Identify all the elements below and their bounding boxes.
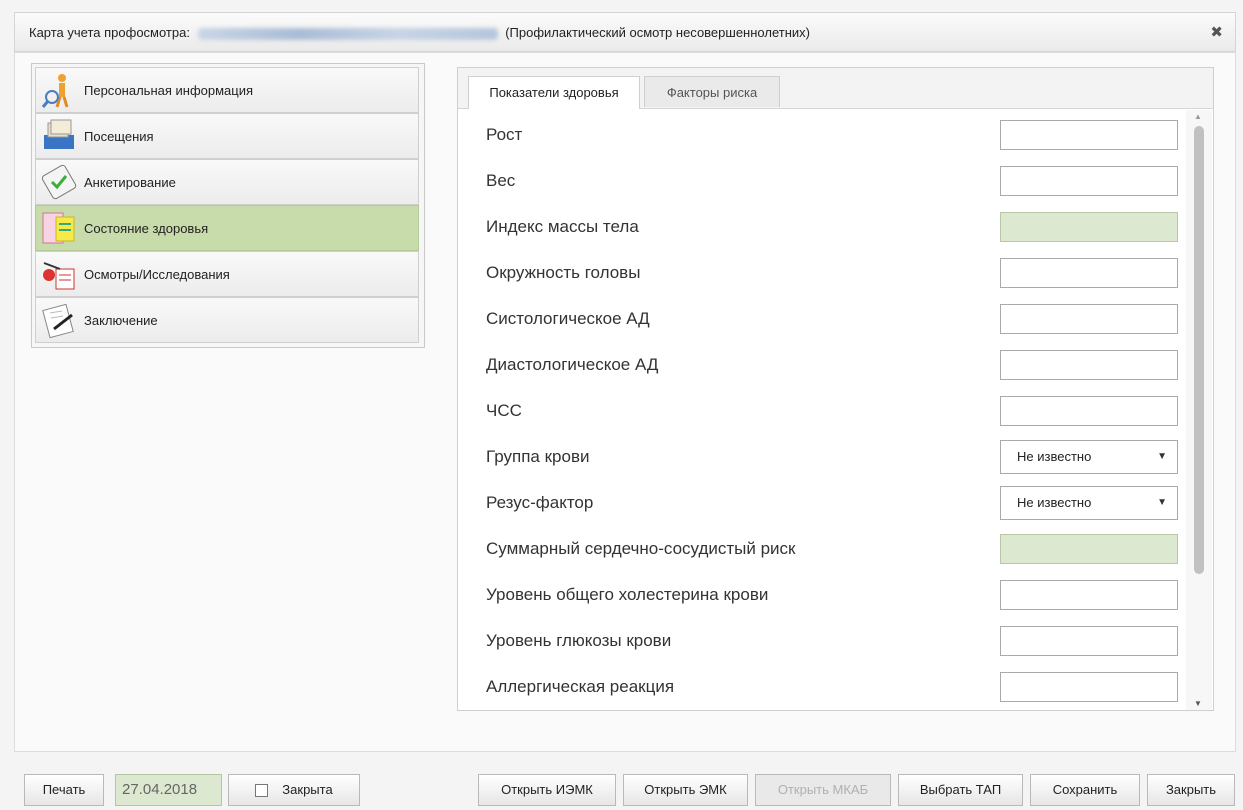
close-icon[interactable]: ✖ bbox=[1210, 13, 1223, 53]
field-label: Рост bbox=[486, 125, 523, 144]
field-row-bmi: Индекс массы тела bbox=[486, 204, 1186, 250]
field-row-heart-rate: ЧСС bbox=[486, 388, 1186, 434]
field-label: Диастологическое АД bbox=[486, 355, 659, 374]
scroll-thumb[interactable] bbox=[1194, 126, 1204, 574]
field-label: Суммарный сердечно-сосудистый риск bbox=[486, 539, 796, 558]
date-field[interactable]: 27.04.2018 bbox=[115, 774, 222, 806]
field-row-height: Рост bbox=[486, 112, 1186, 158]
checkbox-icon[interactable] bbox=[255, 784, 269, 798]
head-circumference-input[interactable] bbox=[1000, 258, 1178, 288]
nav-item-label: Анкетирование bbox=[84, 175, 176, 190]
blood-group-select[interactable]: Не известно ▼ bbox=[1000, 440, 1178, 474]
bmi-field bbox=[1000, 212, 1178, 242]
chevron-down-icon: ▼ bbox=[1157, 497, 1167, 508]
section-nav: Персональная информация Посещения Анкети… bbox=[31, 63, 425, 348]
open-iemk-button[interactable]: Открыть ИЭМК bbox=[478, 774, 616, 806]
nav-item-label: Заключение bbox=[84, 313, 158, 328]
field-row-head-circumference: Окружность головы bbox=[486, 250, 1186, 296]
health-panel: Показатели здоровья Факторы риска Рост В… bbox=[457, 67, 1214, 711]
field-row-allergy: Аллергическая реакция bbox=[486, 664, 1186, 710]
print-button[interactable]: Печать bbox=[24, 774, 104, 806]
window-content: Персональная информация Посещения Анкети… bbox=[14, 52, 1236, 752]
diastolic-bp-input[interactable] bbox=[1000, 350, 1178, 380]
field-label: Уровень общего холестерина крови bbox=[486, 585, 769, 604]
vertical-scrollbar[interactable]: ▲ ▼ bbox=[1186, 110, 1212, 710]
rh-factor-value: Не известно bbox=[1017, 495, 1092, 510]
field-label: Резус-фактор bbox=[486, 493, 594, 512]
field-row-weight: Вес bbox=[486, 158, 1186, 204]
tab-risk-factors[interactable]: Факторы риска bbox=[644, 76, 780, 107]
nav-item-label: Осмотры/Исследования bbox=[84, 267, 230, 282]
field-row-rh-factor: Резус-фактор Не известно ▼ bbox=[486, 480, 1186, 526]
nav-item-personal-info[interactable]: Персональная информация bbox=[35, 67, 419, 113]
systolic-bp-input[interactable] bbox=[1000, 304, 1178, 334]
height-input[interactable] bbox=[1000, 120, 1178, 150]
window-titlebar: Карта учета профосмотра: (Профилактическ… bbox=[14, 12, 1236, 52]
closed-label: Закрыта bbox=[282, 782, 333, 797]
weight-input[interactable] bbox=[1000, 166, 1178, 196]
field-row-systolic: Систологическое АД bbox=[486, 296, 1186, 342]
person-icon bbox=[41, 74, 69, 108]
field-label: Индекс массы тела bbox=[486, 217, 639, 236]
nav-item-label: Персональная информация bbox=[84, 83, 254, 98]
profexam-card-window: Карта учета профосмотра: (Профилактическ… bbox=[0, 0, 1243, 810]
window-title-prefix: Карта учета профосмотра: bbox=[29, 25, 190, 40]
clipboard-check-icon bbox=[41, 164, 77, 200]
allergy-input[interactable] bbox=[1000, 672, 1178, 702]
choose-tap-button[interactable]: Выбрать ТАП bbox=[898, 774, 1023, 806]
field-label: Систологическое АД bbox=[486, 309, 650, 328]
field-label: Группа крови bbox=[486, 447, 590, 466]
heart-rate-input[interactable] bbox=[1000, 396, 1178, 426]
scroll-down-icon[interactable]: ▼ bbox=[1194, 699, 1202, 708]
nav-item-exams[interactable]: Осмотры/Исследования bbox=[35, 251, 419, 297]
blood-group-value: Не известно bbox=[1017, 449, 1092, 464]
patient-name-redacted bbox=[197, 27, 498, 40]
window-title-suffix: (Профилактический осмотр несовершеннолет… bbox=[505, 25, 810, 40]
open-emk-button[interactable]: Открыть ЭМК bbox=[623, 774, 748, 806]
field-label: ЧСС bbox=[486, 401, 522, 420]
footer-toolbar: Печать 27.04.2018 Закрыта Открыть ИЭМК О… bbox=[0, 760, 1243, 810]
field-label: Уровень глюкозы крови bbox=[486, 631, 672, 650]
cv-risk-field bbox=[1000, 534, 1178, 564]
nav-item-health-state[interactable]: Состояние здоровья bbox=[35, 205, 419, 251]
rh-factor-select[interactable]: Не известно ▼ bbox=[1000, 486, 1178, 520]
field-row-cv-risk: Суммарный сердечно-сосудистый риск bbox=[486, 526, 1186, 572]
nav-item-survey[interactable]: Анкетирование bbox=[35, 159, 419, 205]
nav-item-label: Состояние здоровья bbox=[84, 221, 209, 236]
nav-item-label: Посещения bbox=[84, 129, 154, 144]
chevron-down-icon: ▼ bbox=[1157, 451, 1167, 462]
exam-icon bbox=[43, 262, 75, 290]
save-button[interactable]: Сохранить bbox=[1030, 774, 1140, 806]
close-button[interactable]: Закрыть bbox=[1147, 774, 1235, 806]
cholesterol-input[interactable] bbox=[1000, 580, 1178, 610]
pen-document-icon bbox=[42, 303, 74, 339]
tab-health-indicators[interactable]: Показатели здоровья bbox=[468, 76, 640, 109]
field-label: Окружность головы bbox=[486, 263, 641, 282]
open-mkab-button: Открыть МКАБ bbox=[755, 774, 891, 806]
field-row-cholesterol: Уровень общего холестерина крови bbox=[486, 572, 1186, 618]
field-label: Вес bbox=[486, 171, 516, 190]
field-row-glucose: Уровень глюкозы крови bbox=[486, 618, 1186, 664]
scroll-up-icon[interactable]: ▲ bbox=[1194, 112, 1202, 121]
nav-item-conclusion[interactable]: Заключение bbox=[35, 297, 419, 343]
glucose-input[interactable] bbox=[1000, 626, 1178, 656]
field-label: Аллергическая реакция bbox=[486, 677, 675, 696]
folders-icon bbox=[44, 119, 74, 149]
health-fields: Рост Вес Индекс массы тела Окружность го… bbox=[458, 110, 1186, 710]
notes-icon bbox=[42, 212, 75, 244]
field-row-diastolic: Диастологическое АД bbox=[486, 342, 1186, 388]
nav-item-visits[interactable]: Посещения bbox=[35, 113, 419, 159]
field-row-blood-group: Группа крови Не известно ▼ bbox=[486, 434, 1186, 480]
tab-bar: Показатели здоровья Факторы риска bbox=[458, 68, 1213, 109]
closed-checkbox[interactable]: Закрыта bbox=[228, 774, 360, 806]
